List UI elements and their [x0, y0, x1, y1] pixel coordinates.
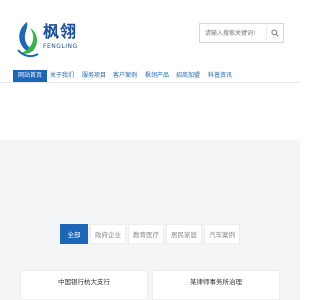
tab-education-medical[interactable]: 教育医疗: [128, 224, 164, 244]
tab-residential[interactable]: 居民家庭: [166, 224, 202, 244]
search-button[interactable]: [266, 24, 283, 42]
logo-mark-icon: [17, 22, 39, 58]
tab-all[interactable]: 全部: [60, 224, 88, 244]
tab-government-enterprise[interactable]: 政府企业: [90, 224, 126, 244]
nav-item-services[interactable]: 服务项目: [80, 70, 108, 82]
case-card[interactable]: 某律师事务所治理: [152, 270, 280, 300]
logo-title: 枫翎: [43, 22, 78, 41]
search-input[interactable]: [200, 24, 272, 42]
tab-automotive[interactable]: 汽车案例: [204, 224, 240, 244]
case-card-title: 中国银行杭大支行: [58, 278, 110, 286]
nav-item-home[interactable]: 网站首页: [13, 70, 47, 82]
search-icon: [271, 29, 279, 37]
nav-item-cases[interactable]: 客户案例: [111, 70, 139, 82]
nav-item-franchise[interactable]: 招商加盟: [174, 70, 202, 82]
site-header: 枫翎 FENGLING: [0, 0, 300, 70]
main-nav: 网站首页 关于我们 服务项目 客户案例 枫翎产品 招商加盟 科普资讯: [0, 70, 300, 83]
nav-item-products[interactable]: 枫翎产品: [143, 70, 171, 82]
logo-subtitle: FENGLING: [43, 43, 78, 50]
nav-item-news[interactable]: 科普资讯: [206, 70, 234, 82]
hero-banner: [0, 83, 300, 140]
case-card[interactable]: 中国银行杭大支行: [20, 270, 148, 300]
nav-item-about[interactable]: 关于我们: [48, 70, 76, 82]
case-card-title: 某律师事务所治理: [190, 278, 242, 286]
site-logo[interactable]: 枫翎 FENGLING: [14, 20, 94, 60]
search-box: [199, 23, 284, 43]
